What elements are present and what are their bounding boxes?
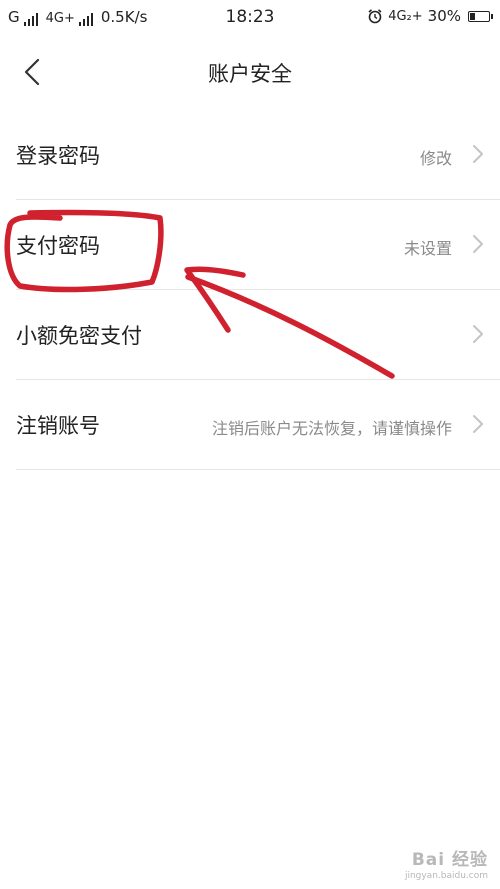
status-bar: G 4G+ 0.5K/s 18:23 4G₂+ 30% — [0, 0, 500, 36]
page-title: 账户安全 — [208, 62, 292, 86]
alarm-icon — [368, 9, 382, 24]
row-label: 登录密码 — [16, 144, 100, 168]
battery-level — [470, 12, 476, 20]
row-login-password[interactable]: 登录密码 修改 — [16, 110, 500, 200]
row-label: 支付密码 — [16, 234, 100, 258]
battery-icon — [468, 10, 493, 22]
chevron-right-icon — [473, 325, 483, 343]
watermark: Bai 经验 jingyan.baidu.com — [405, 845, 488, 881]
nav-bar: 账户安全 — [0, 36, 500, 108]
row-cancel-account[interactable]: 注销账号 注销后账户无法恢复，请谨慎操作 — [16, 380, 500, 470]
chevron-right-icon — [473, 145, 483, 163]
row-value: 修改 — [419, 149, 452, 168]
watermark-brand: Bai 经验 — [411, 850, 488, 870]
row-value: 注销后账户无法恢复，请谨慎操作 — [211, 419, 452, 438]
row-label: 小额免密支付 — [16, 324, 142, 348]
right-network-label: 4G₂+ — [388, 8, 423, 24]
status-bar-right: 4G₂+ 30% — [367, 7, 493, 25]
row-label: 注销账号 — [16, 414, 100, 438]
row-payment-password[interactable]: 支付密码 未设置 — [16, 200, 500, 290]
chevron-right-icon — [473, 415, 483, 433]
chevron-right-icon — [473, 235, 483, 253]
battery-percent: 30% — [427, 7, 461, 25]
row-small-amount-free-pay[interactable]: 小额免密支付 — [16, 290, 500, 380]
settings-list: 登录密码 修改 支付密码 未设置 小额免密支付 注销账号 注销后账户无法恢复，请… — [0, 110, 500, 470]
row-value: 未设置 — [403, 239, 452, 258]
watermark-url: jingyan.baidu.com — [404, 871, 488, 881]
